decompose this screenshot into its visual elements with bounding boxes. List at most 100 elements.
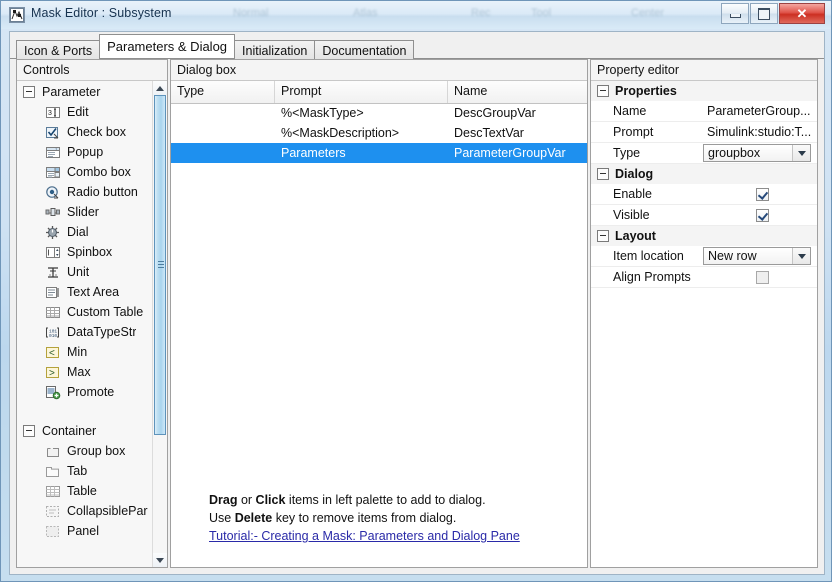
palette-item-text-area[interactable]: Text Area (17, 282, 153, 302)
window-controls: ✕ (720, 3, 825, 24)
palette-group-parameter[interactable]: Parameter (17, 81, 153, 102)
dialog-table-body: %<MaskType> DescGroupVar A %<MaskDescrip… (171, 103, 587, 163)
palette-group-container[interactable]: Container (17, 420, 153, 441)
align-prompts-value (703, 267, 817, 287)
palette-item-edit[interactable]: 3 Edit (17, 102, 153, 122)
property-label: Name (613, 104, 647, 118)
palette-item-table[interactable]: Table (17, 481, 153, 501)
item-location-value: New row (708, 249, 757, 263)
property-row-align-prompts[interactable]: Align Prompts (591, 267, 817, 288)
palette-item-label: Tab (67, 464, 88, 478)
palette-item-panel[interactable]: Panel (17, 521, 153, 541)
table-row[interactable]: %<MaskType> DescGroupVar (171, 103, 587, 123)
palette-item-label: Dial (67, 225, 89, 239)
datatypestr-icon: 101 010 (45, 325, 61, 340)
palette-item-max[interactable]: > Max (17, 362, 153, 382)
palette-item-min[interactable]: < Min (17, 342, 153, 362)
client-area: Icon & Ports Parameters & Dialog Initial… (9, 31, 825, 575)
palette-item-label: Unit (67, 265, 90, 279)
palette-item-label: Check box (67, 125, 127, 139)
palette-item-label: Slider (67, 205, 99, 219)
property-row-enable[interactable]: Enable (591, 184, 817, 205)
table-row[interactable]: A %<MaskDescription> DescTextVar (171, 123, 587, 143)
ghost-text-0: Normal (233, 7, 269, 19)
collapse-expander-icon[interactable] (597, 85, 609, 97)
property-section-dialog[interactable]: Dialog (591, 164, 817, 184)
column-header-name[interactable]: Name (448, 81, 587, 103)
svg-text:>: > (49, 368, 55, 379)
palette-item-combo-box[interactable]: Combo box (17, 162, 153, 182)
palette-item-popup[interactable]: Popup (17, 142, 153, 162)
property-editor-body: Properties Name ParameterGroup... Prompt… (591, 81, 817, 567)
column-header-type[interactable]: Type (171, 81, 275, 103)
palette-item-spinbox[interactable]: Spinbox (17, 242, 153, 262)
svg-text:3: 3 (48, 110, 52, 117)
palette-item-promote[interactable]: Promote (17, 382, 153, 402)
property-section-layout[interactable]: Layout (591, 226, 817, 246)
tab-parameters-and-dialog[interactable]: Parameters & Dialog (99, 34, 236, 58)
window-title: Mask Editor : Subsystem (31, 6, 172, 20)
prompt-field[interactable]: Simulink:studio:T... (703, 122, 817, 142)
enable-checkbox[interactable] (755, 187, 769, 201)
collapse-expander-icon[interactable] (23, 85, 35, 98)
collapse-expander-icon[interactable] (597, 168, 609, 180)
enable-value (703, 184, 817, 204)
chevron-down-icon[interactable] (792, 145, 810, 161)
combobox-icon (45, 165, 61, 180)
close-icon: ✕ (796, 5, 808, 21)
collapse-expander-icon[interactable] (23, 424, 35, 437)
tab-initialization[interactable]: Initialization (234, 40, 316, 60)
scroll-down-arrow[interactable] (153, 553, 167, 567)
property-section-properties[interactable]: Properties (591, 81, 817, 101)
unit-icon (45, 265, 61, 280)
palette-item-unit[interactable]: Unit (17, 262, 153, 282)
palette-item-datatypestr[interactable]: 101 010 DataTypeStr (17, 322, 153, 342)
palette-item-group-box[interactable]: Group box (17, 441, 153, 461)
item-location-dropdown[interactable]: New row (703, 247, 811, 265)
align-prompts-checkbox[interactable] (755, 270, 769, 284)
table-row[interactable]: Parameters ParameterGroupVar (171, 143, 587, 163)
help-line-2: Use Delete key to remove items from dial… (209, 509, 577, 527)
palette-item-collapsible-panel[interactable]: CollapsiblePar (17, 501, 153, 521)
palette-item-tab[interactable]: Tab (17, 461, 153, 481)
tab-bar: Icon & Ports Parameters & Dialog Initial… (16, 34, 415, 60)
tutorial-link[interactable]: Tutorial:- Creating a Mask: Parameters a… (209, 529, 520, 543)
min-icon: < (45, 345, 61, 360)
palette-scrollbar[interactable] (152, 81, 167, 567)
property-row-prompt[interactable]: Prompt Simulink:studio:T... (591, 122, 817, 143)
chevron-down-icon[interactable] (792, 248, 810, 264)
close-button[interactable]: ✕ (779, 3, 825, 24)
tab-icon-and-ports[interactable]: Icon & Ports (16, 40, 101, 60)
table-icon (45, 484, 61, 499)
property-section-label: Layout (615, 229, 656, 243)
property-row-type[interactable]: Type groupbox (591, 143, 817, 164)
maximize-button[interactable] (750, 3, 778, 24)
tab-documentation[interactable]: Documentation (314, 40, 415, 60)
minimize-button[interactable] (721, 3, 749, 24)
checkbox-icon (45, 125, 61, 140)
scrollbar-grip (158, 261, 164, 269)
collapse-expander-icon[interactable] (597, 230, 609, 242)
ghost-text-4: Center (631, 7, 665, 19)
property-row-item-location[interactable]: Item location New row (591, 246, 817, 267)
help-bold-delete: Delete (234, 511, 273, 525)
collapsible-panel-icon (45, 504, 61, 519)
palette-item-custom-table[interactable]: Custom Table (17, 302, 153, 322)
visible-checkbox[interactable] (755, 208, 769, 222)
type-dropdown[interactable]: groupbox (703, 144, 811, 162)
property-row-visible[interactable]: Visible (591, 205, 817, 226)
column-header-prompt[interactable]: Prompt (275, 81, 448, 103)
scrollbar-thumb[interactable] (154, 95, 166, 435)
palette-item-radio-button[interactable]: Radio button (17, 182, 153, 202)
palette-item-slider[interactable]: Slider (17, 202, 153, 222)
mask-editor-window: Mask Editor : Subsystem Normal Atlas Rec… (0, 0, 832, 582)
scroll-up-arrow[interactable] (153, 81, 167, 95)
property-row-name[interactable]: Name ParameterGroup... (591, 101, 817, 122)
name-field[interactable]: ParameterGroup... (703, 101, 817, 121)
palette-item-dial[interactable]: Dial (17, 222, 153, 242)
dialog-table-header: Type Prompt Name (171, 81, 587, 104)
palette-item-label: Panel (67, 524, 99, 538)
palette-item-check-box[interactable]: Check box (17, 122, 153, 142)
dialog-box-pane: Dialog box Type Prompt Name %<MaskType> … (170, 59, 588, 568)
spinbox-icon (45, 245, 61, 260)
